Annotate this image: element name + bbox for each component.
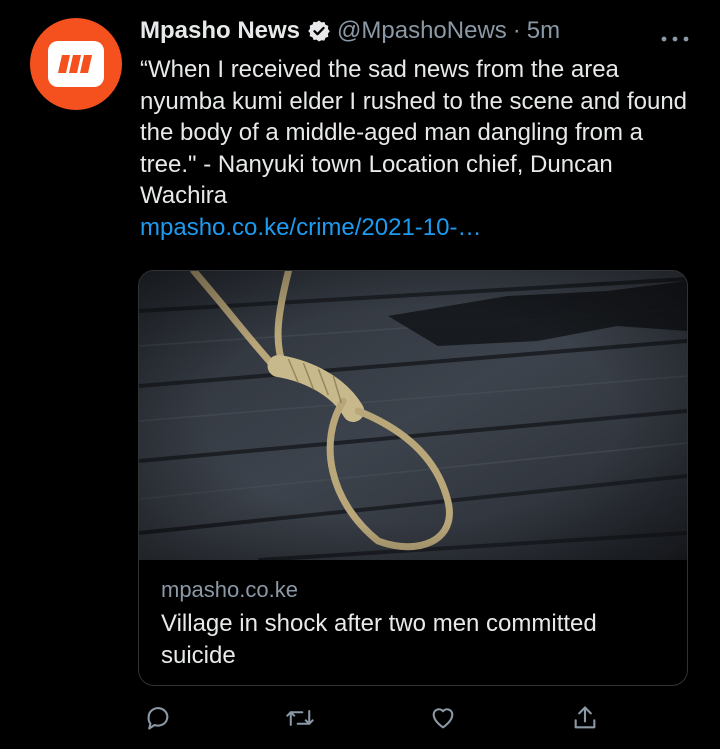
author-handle[interactable]: @MpashoNews: [337, 17, 507, 45]
noose-rope-image-icon: [139, 271, 687, 560]
tweet-text: “When I received the sad news from the a…: [140, 56, 688, 209]
avatar[interactable]: [30, 18, 122, 110]
link-preview-card[interactable]: mpasho.co.ke Village in shock after two …: [138, 270, 688, 686]
separator-dot: ·: [512, 17, 521, 44]
tweet-body: “When I received the sad news from the a…: [140, 54, 690, 243]
card-title: Village in shock after two men committed…: [161, 610, 597, 669]
retweet-icon[interactable]: [282, 700, 318, 736]
verified-badge-icon: [307, 19, 331, 43]
mpasho-logo-icon: [48, 41, 104, 87]
author-name[interactable]: Mpasho News: [140, 17, 300, 45]
share-icon[interactable]: [567, 700, 603, 736]
card-domain: mpasho.co.ke: [161, 577, 298, 602]
more-options-icon[interactable]: [660, 22, 690, 50]
tweet-header: Mpasho News @MpashoNews · 5m: [140, 14, 690, 48]
reply-icon[interactable]: [140, 700, 176, 736]
tweet-timestamp[interactable]: 5m: [527, 17, 560, 45]
tweet-link[interactable]: mpasho.co.ke/crime/2021-10-…: [140, 212, 690, 244]
tweet-actions: [140, 700, 600, 736]
like-icon[interactable]: [425, 700, 461, 736]
